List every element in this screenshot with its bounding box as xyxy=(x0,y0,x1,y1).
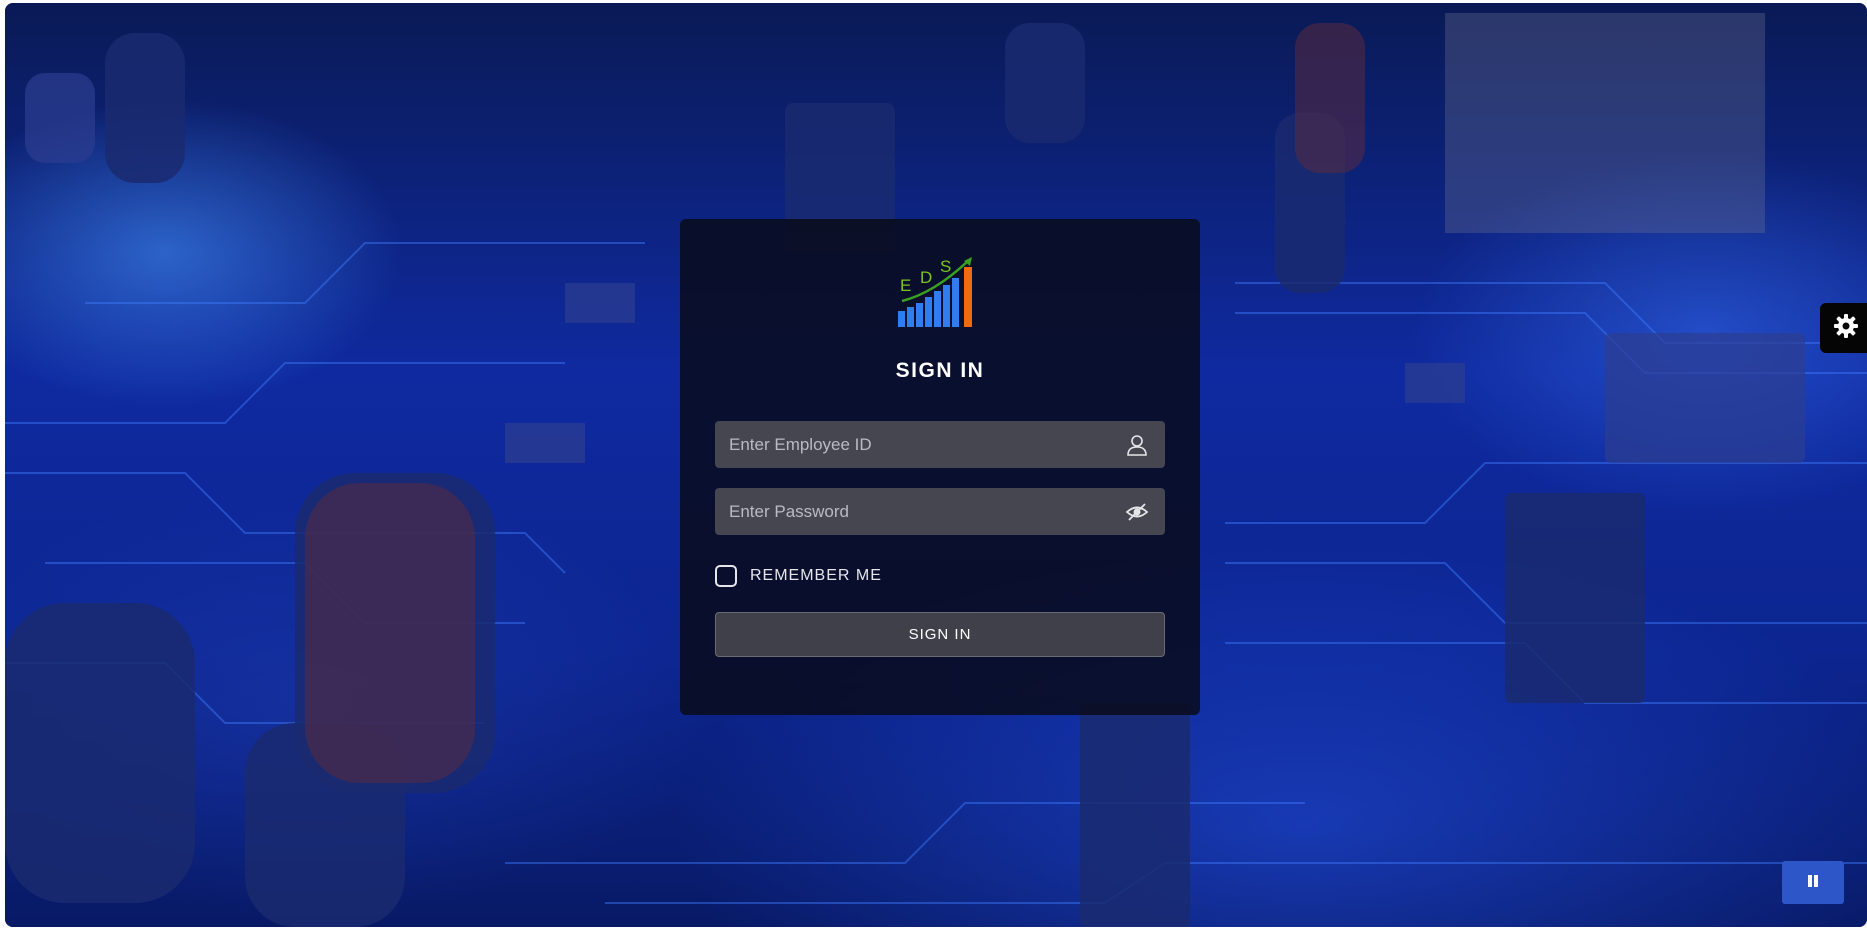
settings-button[interactable] xyxy=(1820,303,1867,353)
sign-in-button[interactable]: SIGN IN xyxy=(715,612,1165,657)
logo-letter-s: S xyxy=(940,257,951,276)
login-page: E D S SIGN IN Enter Employee ID REMEMBER… xyxy=(5,3,1867,927)
logo-bar xyxy=(898,311,905,327)
logo-letter-e: E xyxy=(900,276,911,295)
eds-logo: E D S xyxy=(898,257,972,327)
remember-me[interactable]: REMEMBER ME xyxy=(715,563,882,589)
logo-bar xyxy=(916,303,923,327)
gear-icon xyxy=(1833,313,1859,343)
logo-letter-d: D xyxy=(920,268,932,287)
video-pause-button[interactable] xyxy=(1782,861,1844,904)
logo-bar-orange xyxy=(964,267,972,327)
sign-in-card: E D S SIGN IN Enter Employee ID REMEMBER… xyxy=(680,219,1200,715)
logo-bar xyxy=(934,291,941,327)
password-input[interactable] xyxy=(715,488,1105,535)
logo-bar xyxy=(925,297,932,327)
employee-id-input[interactable] xyxy=(715,421,1105,468)
remember-me-label: REMEMBER ME xyxy=(750,567,882,584)
logo-bar xyxy=(952,278,959,327)
employee-id-field xyxy=(715,421,1165,468)
user-icon xyxy=(1125,433,1149,457)
logo-bar xyxy=(943,285,950,327)
password-field xyxy=(715,488,1165,535)
remember-me-checkbox[interactable] xyxy=(715,565,737,587)
page-title: SIGN IN xyxy=(895,359,985,382)
logo-bar xyxy=(907,307,914,327)
pause-icon xyxy=(1806,873,1820,892)
eye-icon[interactable] xyxy=(1125,500,1149,524)
